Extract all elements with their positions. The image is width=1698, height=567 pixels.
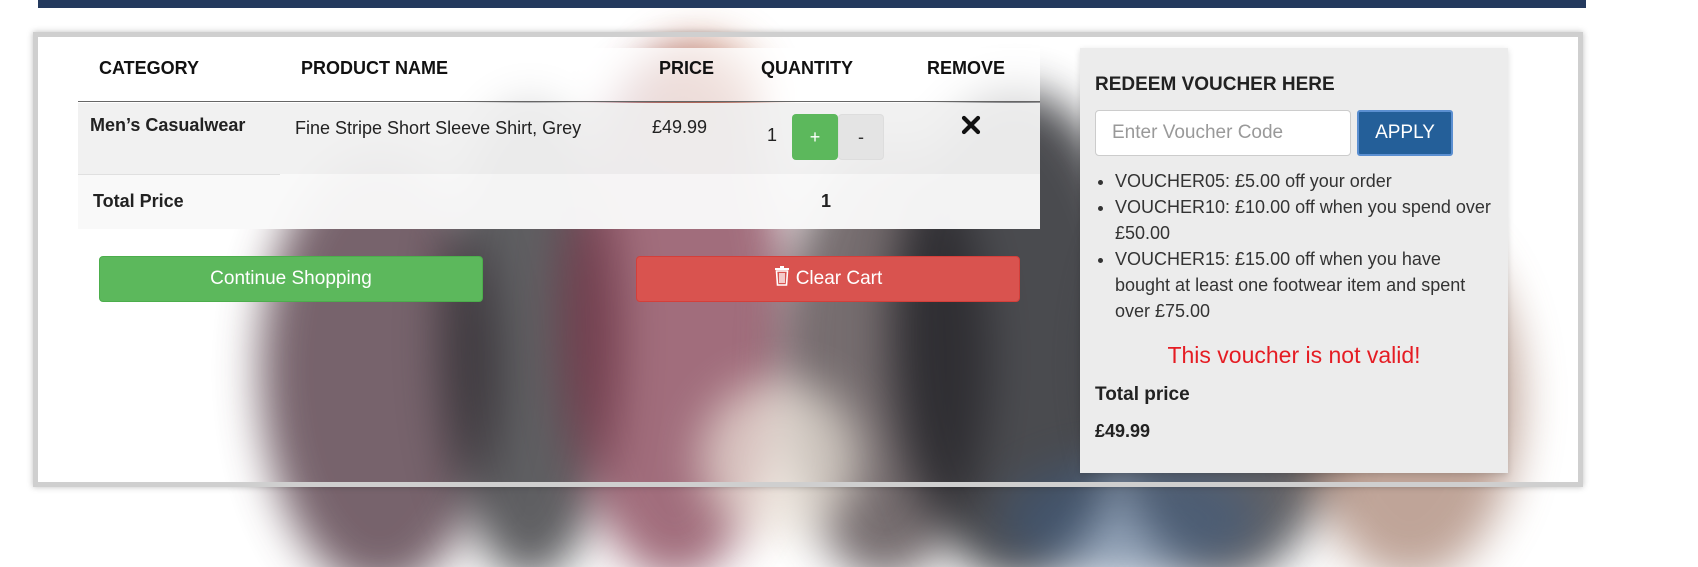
total-price-label: Total Price [93, 191, 184, 211]
list-item: VOUCHER05: £5.00 off your order [1115, 168, 1500, 194]
voucher-total-label: Total price [1095, 384, 1190, 405]
voucher-title: REDEEM VOUCHER HERE [1095, 74, 1335, 95]
header-category: CATEGORY [99, 58, 200, 78]
header-quantity: QUANTITY [761, 58, 853, 78]
clear-cart-button[interactable]: Clear Cart [636, 256, 1020, 302]
header-price: PRICE [659, 58, 715, 78]
table-total-row: Total Price 1 [78, 174, 1040, 229]
voucher-offers-list: VOUCHER05: £5.00 off your order VOUCHER1… [1115, 168, 1500, 324]
close-icon[interactable] [959, 113, 983, 137]
list-item: VOUCHER15: £15.00 off when you have boug… [1115, 246, 1500, 324]
voucher-code-input[interactable] [1095, 110, 1351, 156]
trash-icon [774, 266, 790, 292]
increase-quantity-button[interactable]: + [792, 114, 838, 160]
header-product-name: PRODUCT NAME [301, 58, 448, 78]
total-quantity: 1 [821, 191, 832, 211]
voucher-error-message: This voucher is not valid! [1167, 342, 1421, 368]
voucher-total-value: £49.99 [1095, 421, 1151, 441]
item-price: £49.99 [652, 117, 708, 137]
voucher-panel: REDEEM VOUCHER HERE APPLY VOUCHER05: £5.… [1080, 48, 1508, 473]
continue-shopping-label: Continue Shopping [210, 268, 372, 289]
decrease-quantity-button[interactable]: - [838, 114, 884, 160]
header-remove: REMOVE [927, 58, 1006, 78]
continue-shopping-button[interactable]: Continue Shopping [99, 256, 483, 302]
table-row: Men’s Casualwear Fine Stripe Short Sleev… [78, 103, 1040, 174]
table-header: CATEGORY PRODUCT NAME PRICE QUANTITY REM… [78, 48, 1040, 102]
apply-voucher-button[interactable]: APPLY [1357, 110, 1453, 156]
item-category: Men’s Casualwear [90, 115, 246, 135]
list-item: VOUCHER10: £10.00 off when you spend ove… [1115, 194, 1500, 246]
header-bar [38, 0, 1586, 8]
clear-cart-label: Clear Cart [795, 268, 883, 289]
cart-table: CATEGORY PRODUCT NAME PRICE QUANTITY REM… [78, 48, 1040, 229]
item-product-name: Fine Stripe Short Sleeve Shirt, Grey [295, 118, 582, 138]
item-quantity: 1 [767, 125, 778, 145]
